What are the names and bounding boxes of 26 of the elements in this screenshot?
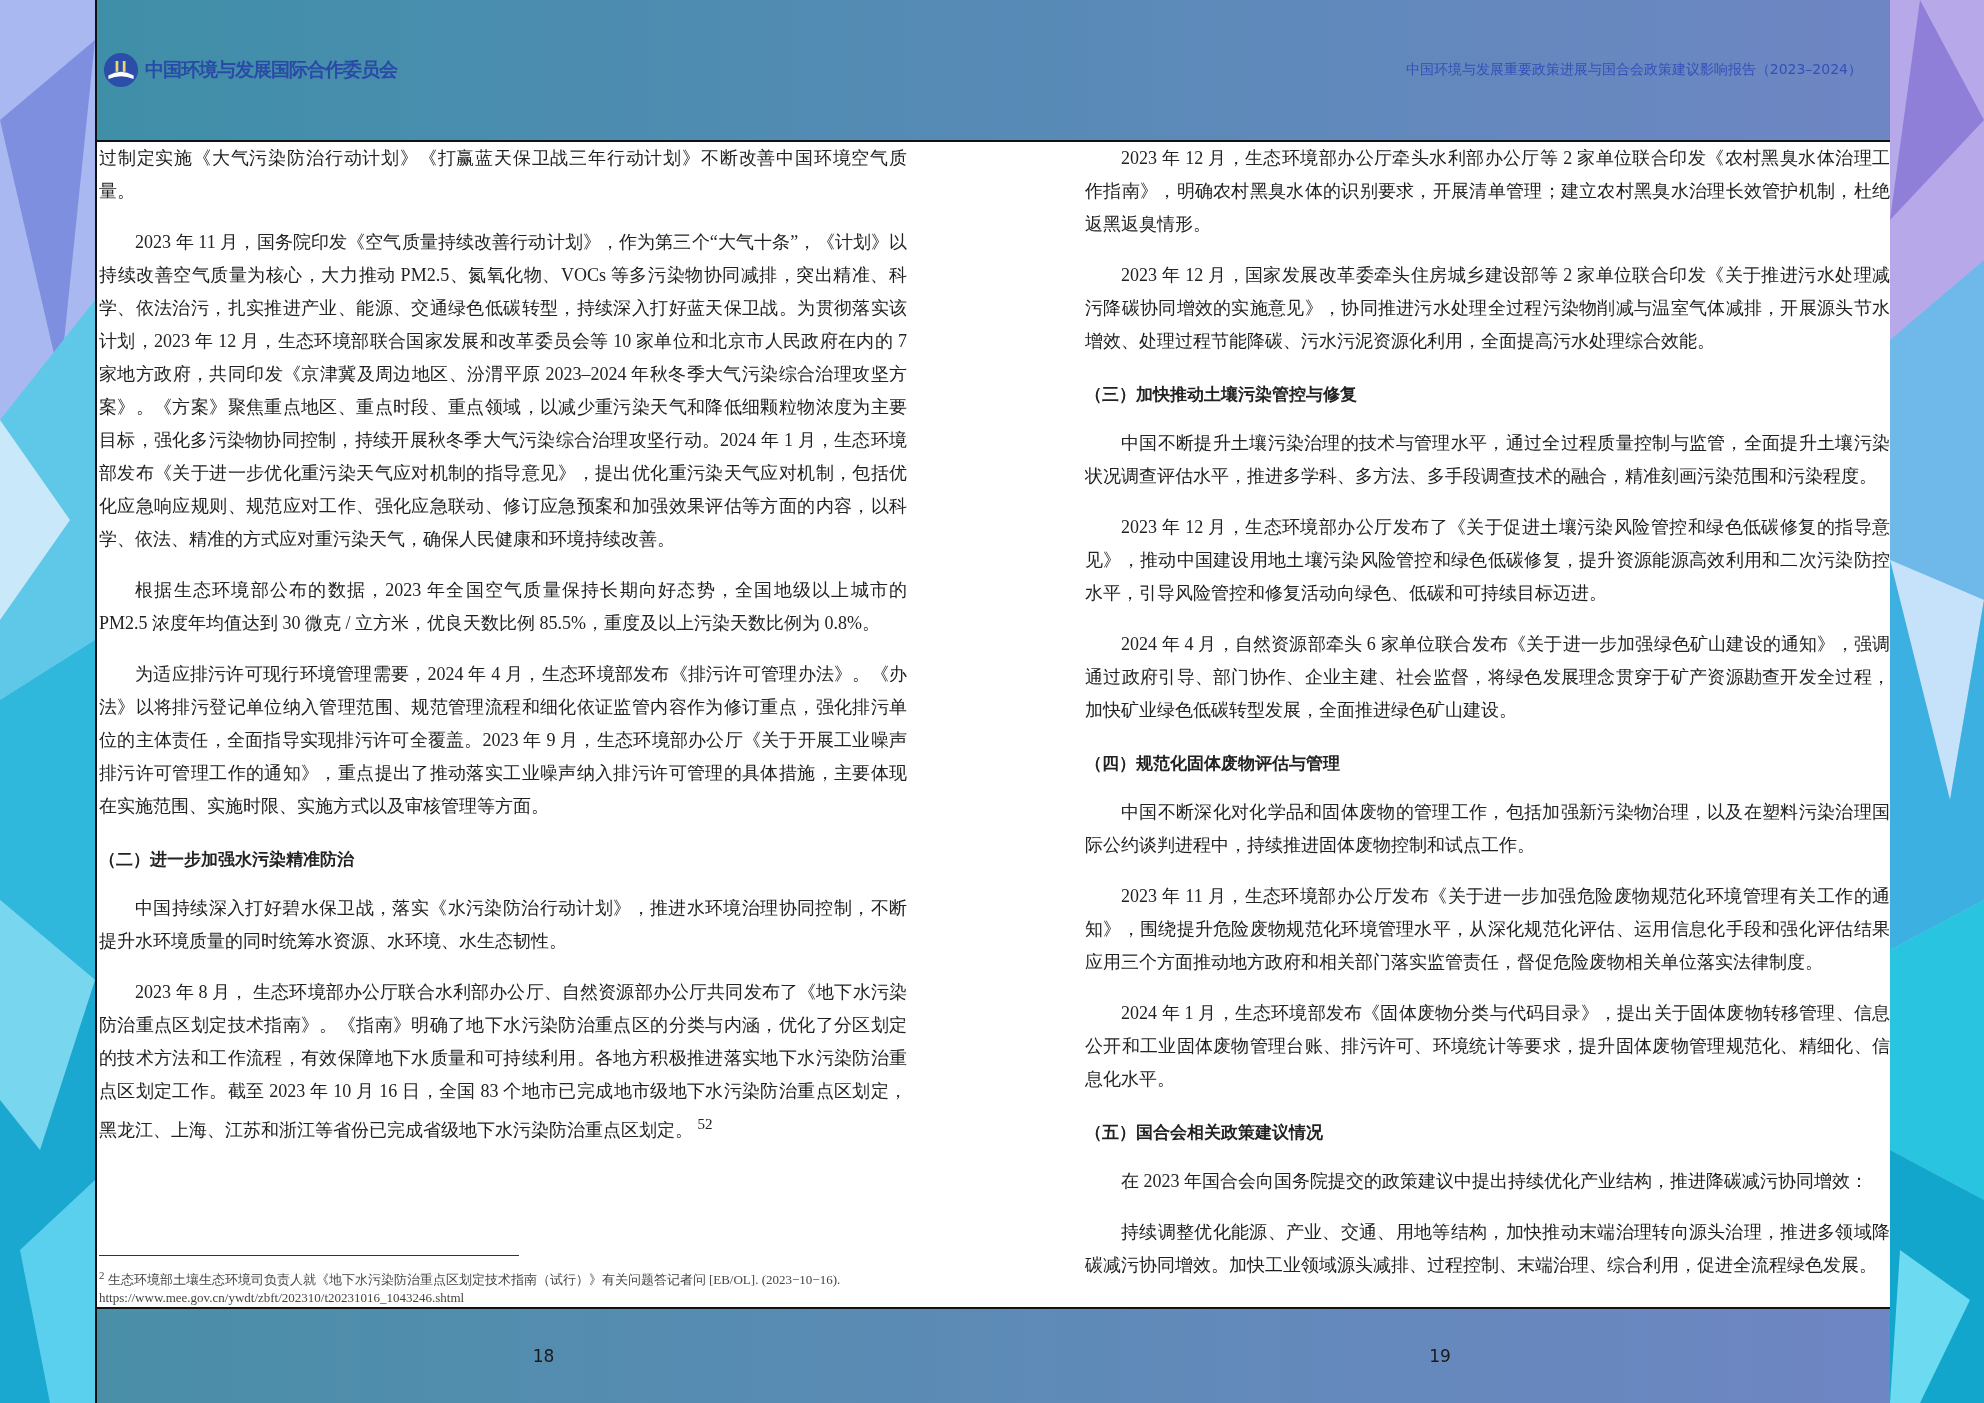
body-paragraph: 2023 年 12 月，生态环境部办公厅牵头水利部办公厅等 2 家单位联合印发《农村黑臭水体治理工作指南》，明确农村黑臭水体的识别要求，开展清单管理；建立农村黑臭水治理长效管护机制，杜绝返黑返臭情形。 [1085,147,1890,236]
body-paragraph: 2023 年 8 月， 生态环境部办公厅联合水利部办公厅、自然资源部办公厅共同发布了《地下水污染防治重点区划定技术指南》。《指南》明确了地下水污染防治重点区的分类与内涵，优化了分区划定的技术方法和工作流程，有效保障地下水质量和可持续利用。各地方积极推进落实地下水污染防治重点区划定工作。截至 2023 年 10 月 16 日，全国 83 个地市已完成地市级地下水污染防治重点区划定，黑龙江、上海、江苏和浙江等省份已完成省级地下水污染防治重点区划定。 $^{52}$ [99,981,907,1142]
section-heading: （五）国合会相关政策建议情况 [1085,1121,1324,1144]
footnote: $^{2}$ 生态环境部土壤生态环境司负责人就《地下水污染防治重点区划定技术指南（试行）》有关问题答记者问 [EB/OL]. (2023−10−16). [99,1267,842,1289]
footnote-link[interactable]: https://www.mee.gov.cn/ywdt/zbft/202310/t20231016_1043246.shtml [99,1289,465,1307]
body-paragraph: 在 2023 年国合会向国务院提交的政策建议中提出持续优化产业结构，推进降碳减污协同增效： [1120,1170,1869,1193]
body-paragraph: 中国持续深入打好碧水保卫战，落实《水污染防治行动计划》，推进水环境治理协同控制，不断提升水环境质量的同时统筹水资源、水环境、水生态韧性。 [99,897,907,953]
section-heading: （四）规范化固体废物评估与管理 [1085,752,1341,775]
section-heading: （二）进一步加强水污染精准防治 [99,848,355,871]
body-paragraph: 过制定实施《大气污染防治行动计划》《打赢蓝天保卫战三年行动计划》不断改善中国环境空气质量。 [99,147,907,203]
body-paragraph: 2023 年 12 月，国家发展改革委牵头住房城乡建设部等 2 家单位联合印发《关于推进污水处理减污降碳协同增效的实施意见》，协同推进污水处理全过程污染物削减与温室气体减排，开展源头节水增效、处理过程节能降碳、污水污泥资源化利用，全面提高污水处理综合效能。 [1085,264,1890,353]
page-number: 18 [532,1346,555,1366]
body-paragraph: 持续调整优化能源、产业、交通、用地等结构，加快推动末端治理转向源头治理，推进多领域降碳减污协同增效。加快工业领域源头减排、过程控制、末端治理、综合利用，促进全流程绿色发展。 [1085,1221,1890,1277]
logo-icon [103,52,139,88]
body-paragraph: 中国不断深化对化学品和固体废物的管理工作，包括加强新污染物治理，以及在塑料污染治理国际公约谈判进程中，持续推进固体废物控制和试点工作。 [1085,801,1890,857]
body-paragraph: 2023 年 11 月，国务院印发《空气质量持续改善行动计划》，作为第三个“大气十条”，《计划》以持续改善空气质量为核心，大力推动 PM2.5、氮氧化物、VOCs 等多污染物协同减排，突出精准、科学、依法治污，扎实推进产业、能源、交通绿色低碳转型，持续深入打好蓝天保卫战。为贯彻落实该计划，2023 年 12 月，生态环境部联合国家发展和改革委员会等 10 家单位和北京市人民政府在内的 7 家地方政府，共同印发《京津冀及周边地区、汾渭平原 2023–2024 年秋冬季大气污染综合治理攻坚方案》。《方案》聚焦重点地区、重点时段、重点领域，以减少重污染天气和降低细颗粒物浓度为主要目标，强化多污染物协同控制，持续开展秋冬季大气污染综合治理攻坚行动。2024 年 1 月，生态环境部发布《关于进一步优化重污染天气应对机制的指导意见》，提出优化重污染天气应对机制，包括优化应急响应规则、规范应对工作、强化应急联动、修订应急预案和加强效果评估等方面的内容，以科学、依法、精准的方式应对重污染天气，确保人民健康和环境持续改善。 [99,231,907,551]
organization-name: 中国环境与发展国际合作委员会 [145,57,397,82]
body-paragraph: 2023 年 11 月，生态环境部办公厅发布《关于进一步加强危险废物规范化环境管理有关工作的通知》，围绕提升危险废物规范化环境管理水平，从深化规范化评估、运用信息化手段和强化评估结果应用三个方面推动地方政府和相关部门落实监管责任，督促危险废物相关单位落实法律制度。 [1085,885,1890,974]
body-paragraph: 2023 年 12 月，生态环境部办公厅发布了《关于促进土壤污染风险管控和绿色低碳修复的指导意见》，推动中国建设用地土壤污染风险管控和绿色低碳修复，提升资源能源高效利用和二次污染防控水平，引导风险管控和修复活动向绿色、低碳和可持续目标迈进。 [1085,516,1890,605]
body-paragraph: 2024 年 1 月，生态环境部发布《固体废物分类与代码目录》，提出关于固体废物转移管理、信息公开和工业固体废物管理台账、排污许可、环境统计等要求，提升固体废物管理规范化、精细化、信息化水平。 [1085,1002,1890,1091]
section-heading: （三）加快推动土壤污染管控与修复 [1085,383,1358,406]
body-paragraph: 为适应排污许可现行环境管理需要，2024 年 4 月，生态环境部发布《排污许可管理办法》。《办法》以将排污登记单位纳入管理范围、规范管理流程和细化依证监管内容作为修订重点，强化排污单位的主体责任，全面指导实现排污许可全覆盖。2023 年 9 月，生态环境部办公厅《关于开展工业噪声排污许可管理工作的通知》，重点提出了推动落实工业噪声纳入排污许可管理的具体措施，主要体现在实施范围、实施时限、实施方式以及审核管理等方面。 [99,663,907,818]
body-paragraph: 2024 年 4 月，自然资源部牵头 6 家单位联合发布《关于进一步加强绿色矿山建设的通知》，强调通过政府引导、部门协作、企业主建、社会监督，将绿色发展理念贯穿于矿产资源勘查开发全过程，加快矿业绿色低碳转型发展，全面推进绿色矿山建设。 [1085,633,1890,722]
body-paragraph: 中国不断提升土壤污染治理的技术与管理水平，通过全过程质量控制与监管，全面提升土壤污染状况调查评估水平，推进多学科、多方法、多手段调查技术的融合，精准刻画污染范围和污染程度。 [1085,432,1890,488]
page-number: 19 [1429,1346,1451,1366]
body-paragraph: 根据生态环境部公布的数据，2023 年全国空气质量保持长期向好态势，全国地级以上城市的 PM2.5 浓度年均值达到 30 微克 / 立方米，优良天数比例 85.5%，重度及以上污染天数比例为 0.8%。 [99,579,907,635]
